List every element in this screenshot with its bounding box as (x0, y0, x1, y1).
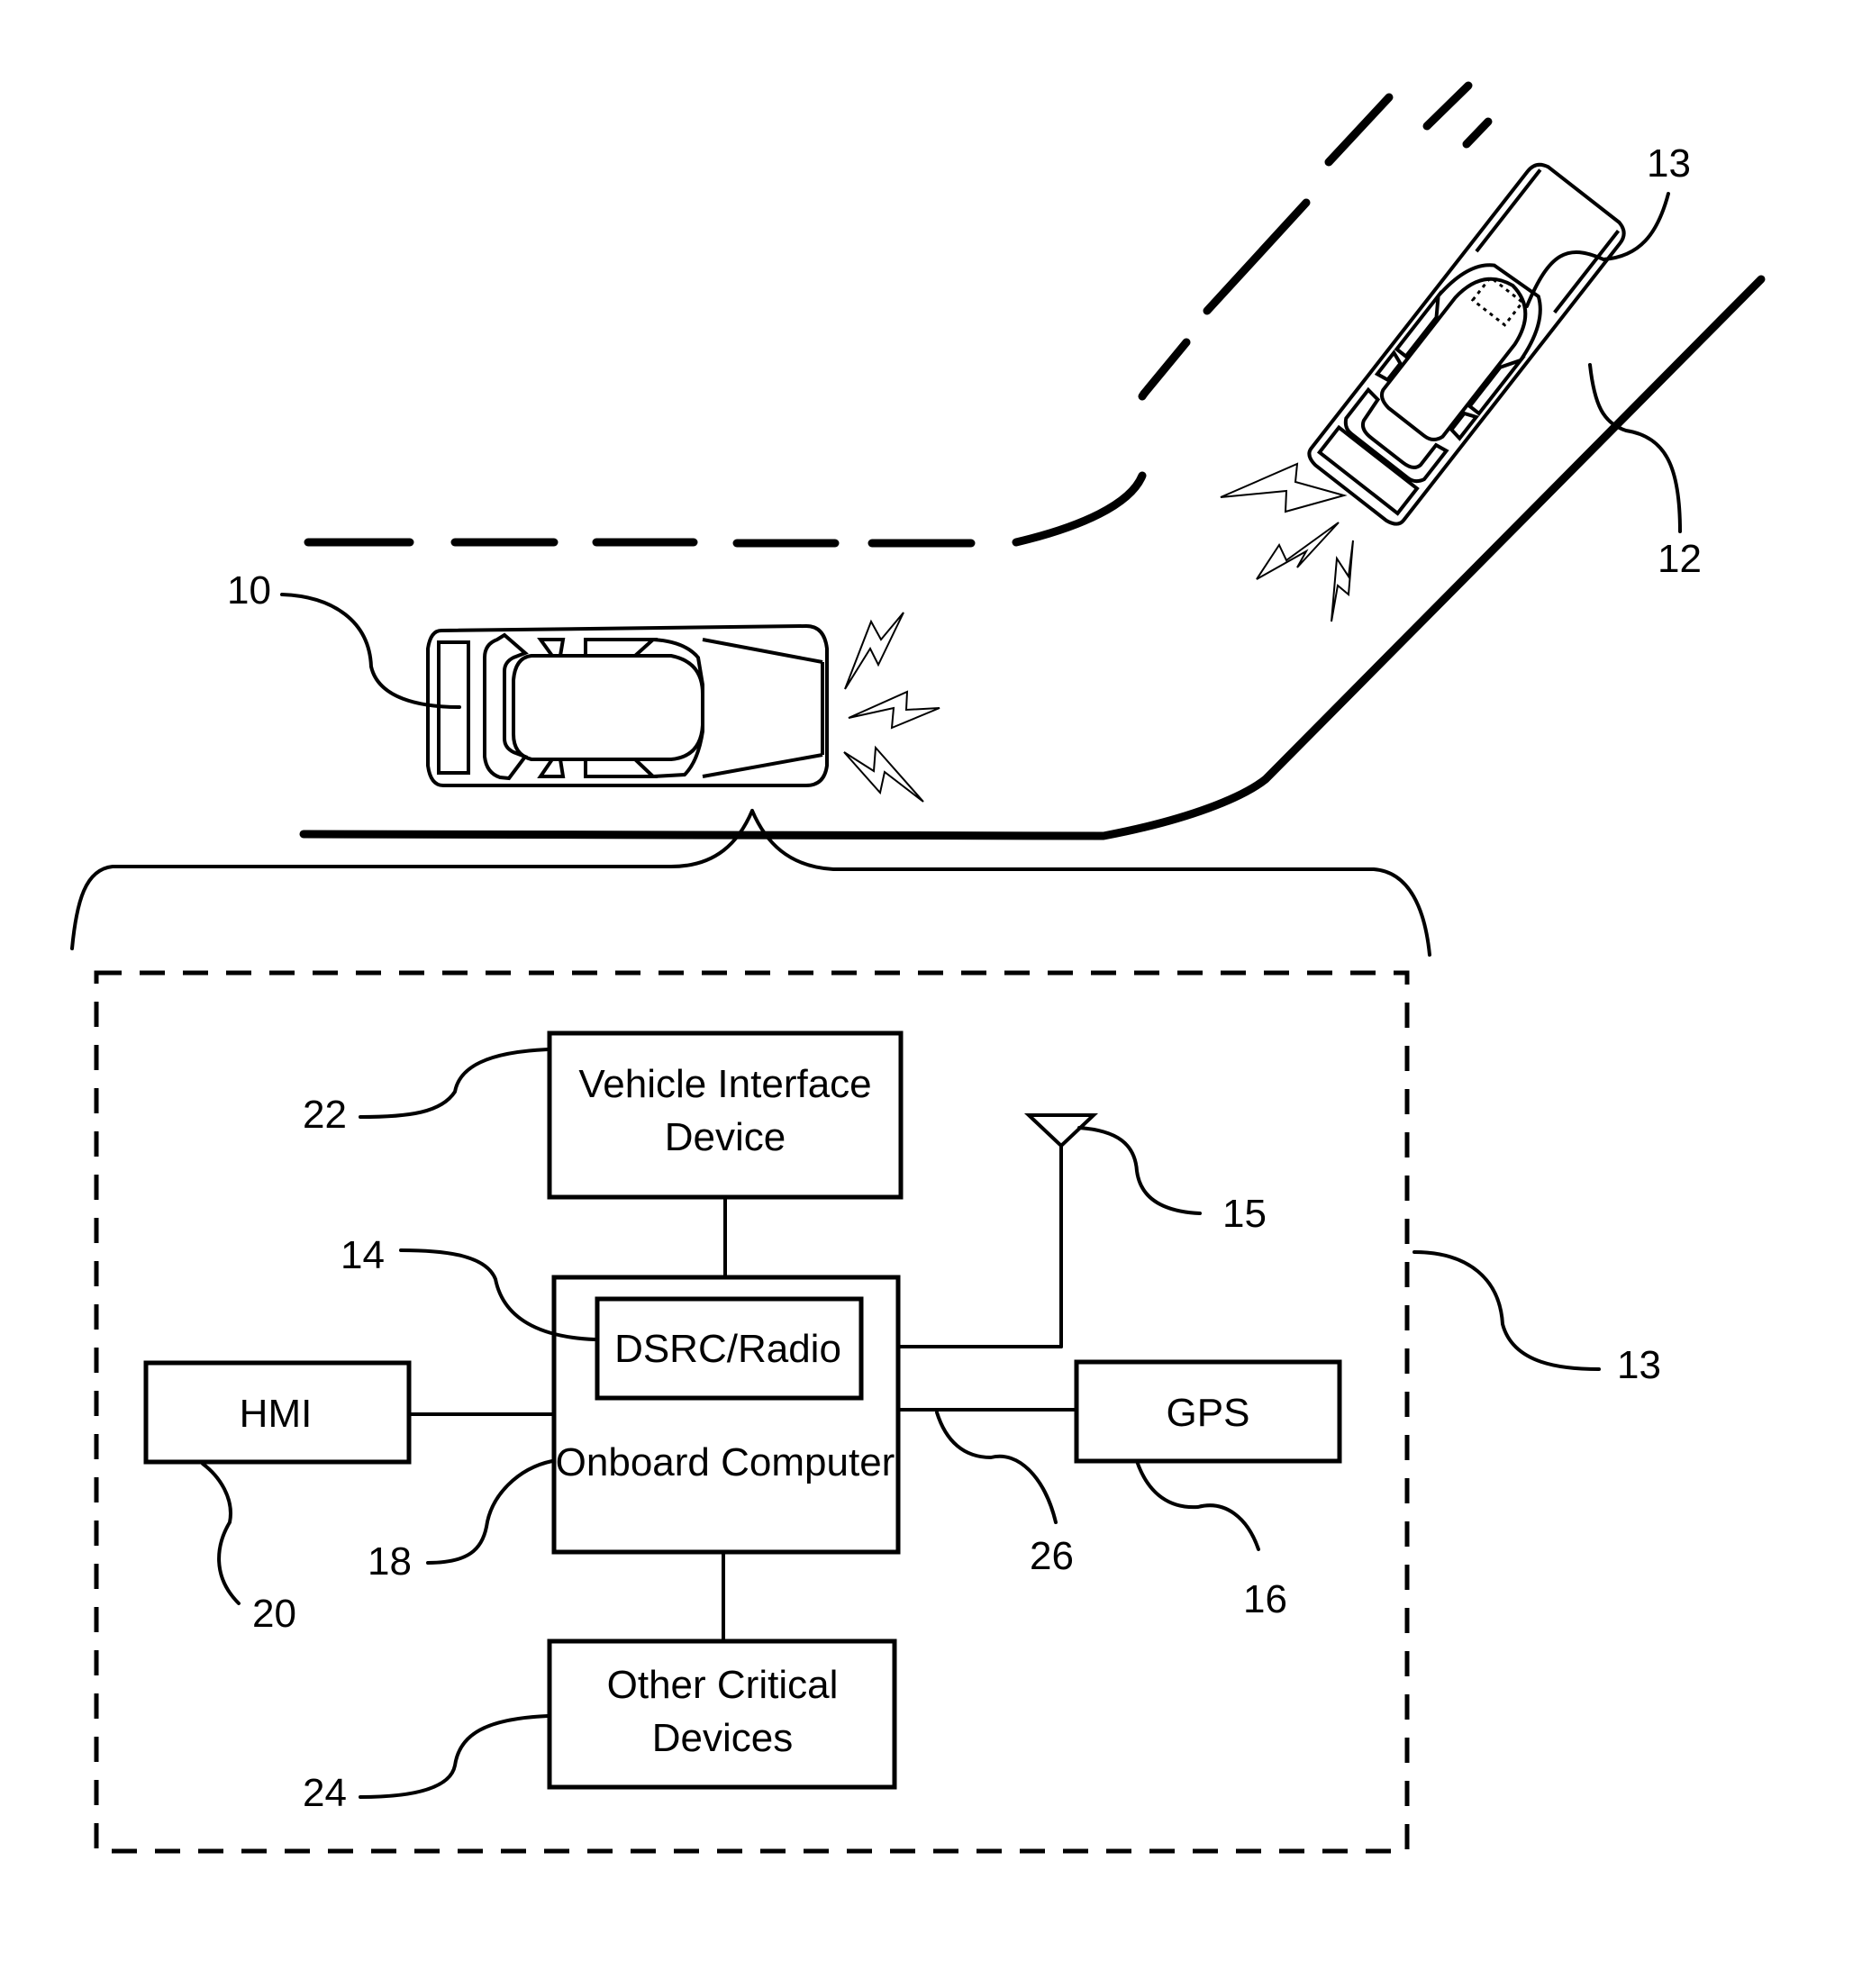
lightning-bolt-icon (1331, 540, 1354, 622)
ref-label-16: 16 (1243, 1577, 1287, 1621)
leader-line-16 (1135, 1459, 1260, 1551)
ref-label-14: 14 (341, 1233, 385, 1277)
block-label: Device (665, 1115, 786, 1159)
ref-label-20: 20 (252, 1592, 296, 1636)
block-label: HMI (240, 1392, 313, 1436)
ref-label-13-system: 13 (1617, 1343, 1661, 1387)
lightning-bolt-icon (848, 690, 940, 730)
wireless-signal-host (843, 612, 940, 803)
antenna-icon (896, 1113, 1099, 1348)
lane-divider-dashed (304, 81, 1493, 548)
leader-line-20 (201, 1462, 241, 1605)
ref-label-10: 10 (227, 568, 271, 613)
block-label: Devices (652, 1716, 794, 1760)
block-gps: GPS (1074, 1359, 1342, 1464)
ref-label-26: 26 (1030, 1534, 1074, 1578)
lightning-bolt-icon (843, 745, 924, 803)
host-vehicle (426, 623, 829, 787)
ref-label-13-scene: 13 (1647, 141, 1691, 186)
leader-line-22 (359, 1048, 550, 1119)
leader-line-13-system (1412, 1250, 1601, 1371)
block-label: DSRC/Radio (614, 1327, 841, 1371)
remote-vehicle (1307, 162, 1626, 526)
patent-figure: 10 13 12 13 Vehicle Interface Device 22 … (70, 81, 1766, 1854)
ref-label-15: 15 (1222, 1192, 1267, 1236)
leader-line-15 (1077, 1126, 1202, 1215)
lightning-bolt-icon (844, 612, 904, 690)
ref-label-22: 22 (303, 1093, 347, 1137)
wireless-signal-remote (1220, 462, 1354, 622)
ref-label-18: 18 (368, 1539, 412, 1584)
leader-line-12 (1588, 363, 1682, 533)
ref-label-12: 12 (1658, 537, 1702, 581)
block-vehicle-interface-device: Vehicle Interface Device (547, 1030, 904, 1200)
block-label: Other Critical (607, 1663, 839, 1707)
block-label: GPS (1167, 1391, 1250, 1435)
block-label: Vehicle Interface (578, 1062, 871, 1106)
ref-label-24: 24 (303, 1771, 347, 1815)
leader-line-24 (359, 1714, 550, 1799)
leader-line-26 (935, 1411, 1058, 1524)
block-dsrc-radio: DSRC/Radio (595, 1296, 864, 1401)
leader-line-18 (426, 1459, 554, 1565)
block-label: Onboard Computer (556, 1440, 895, 1484)
block-hmi: HMI (143, 1360, 412, 1465)
lightning-bolt-icon (1256, 522, 1340, 580)
block-other-critical-devices: Other Critical Devices (547, 1639, 897, 1790)
